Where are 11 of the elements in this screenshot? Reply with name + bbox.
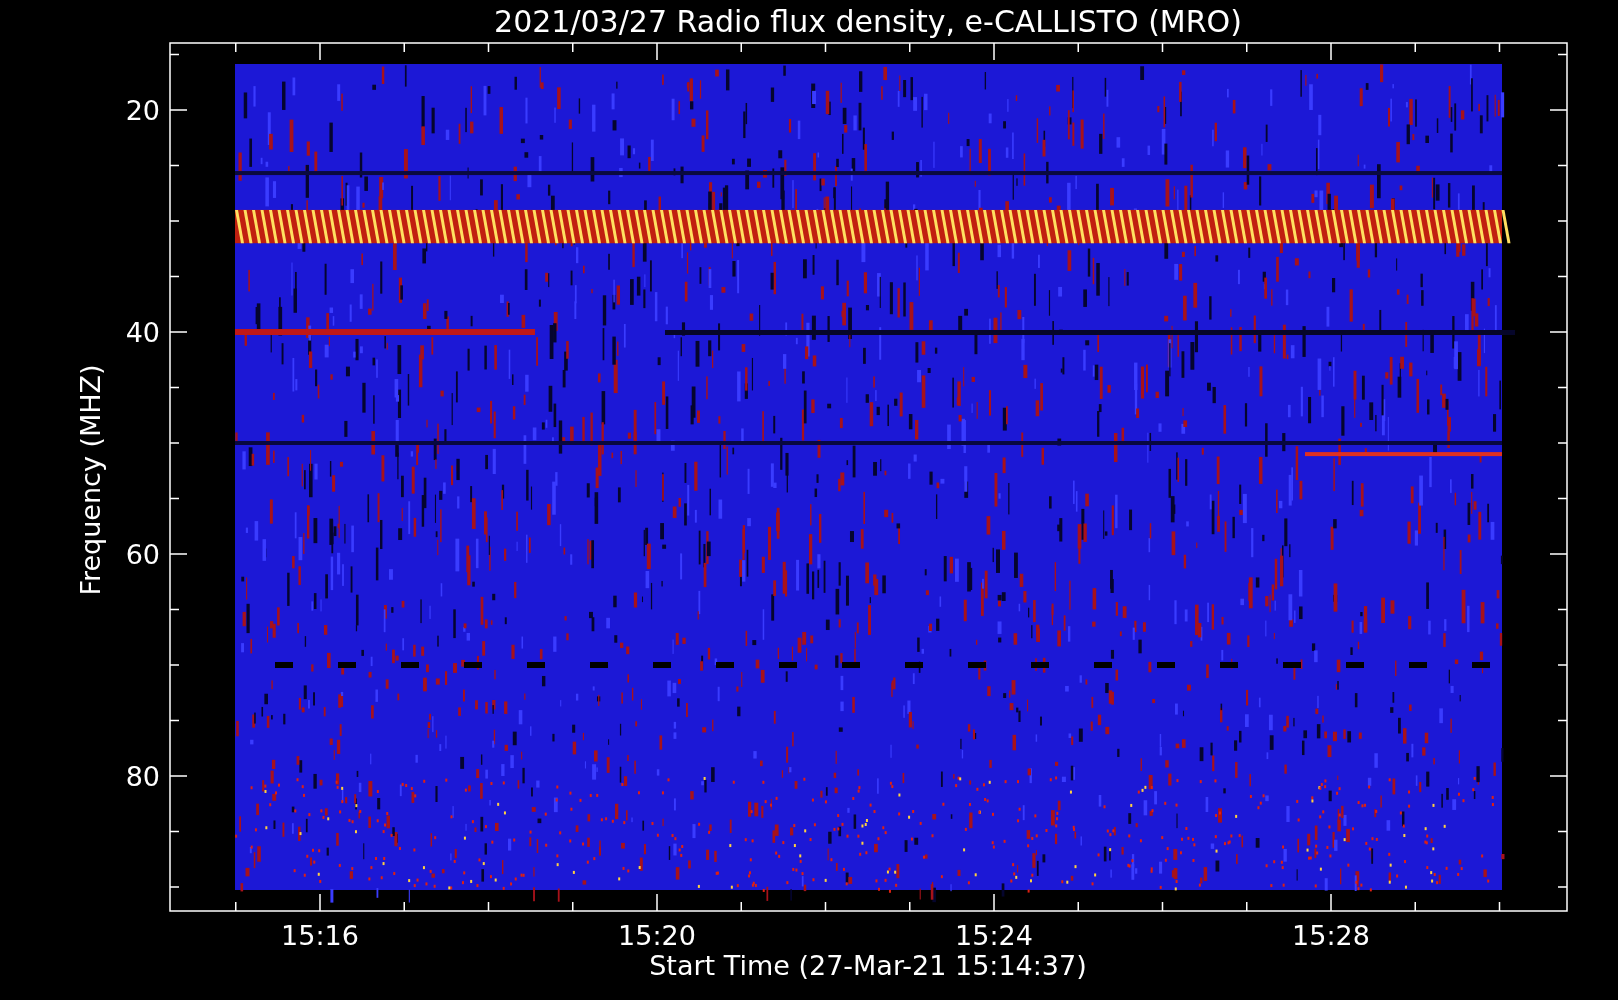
chart-title: 2021/03/27 Radio flux density, e-CALLISTO (MRO) — [494, 4, 1242, 39]
x-tick-label: 15:28 — [1292, 920, 1370, 951]
x-tick-label: 15:20 — [618, 920, 696, 951]
y-axis-label: Frequency (MHZ) — [75, 364, 106, 596]
x-tick-label: 15:24 — [955, 920, 1033, 951]
y-tick-label: 80 — [125, 761, 160, 792]
y-tick-label: 40 — [125, 317, 160, 348]
y-tick-label: 60 — [125, 539, 160, 570]
y-tick-label: 20 — [125, 95, 160, 126]
x-axis-label: Start Time (27-Mar-21 15:14:37) — [649, 950, 1087, 981]
x-tick-label: 15:16 — [281, 920, 359, 951]
